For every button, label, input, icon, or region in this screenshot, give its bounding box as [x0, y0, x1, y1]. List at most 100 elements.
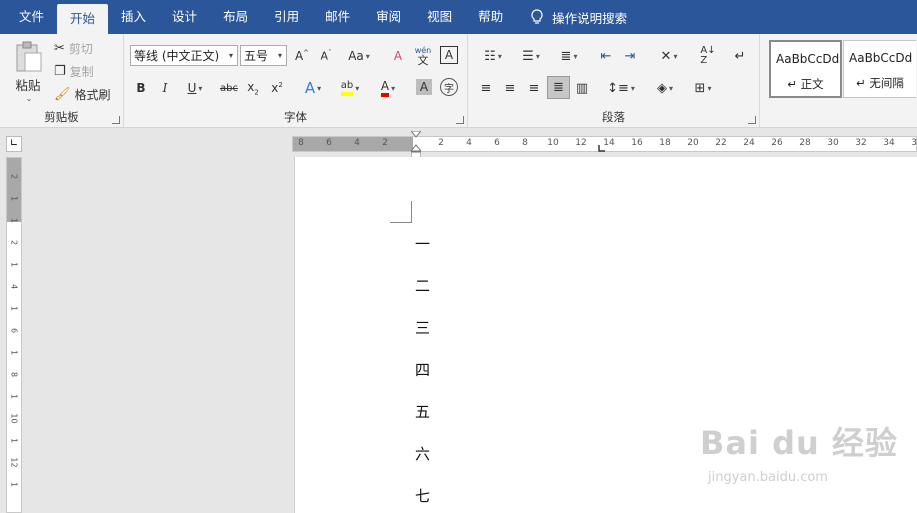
cut-button[interactable]: ✂ 剪切	[54, 40, 93, 57]
tab-design[interactable]: 设计	[159, 0, 210, 34]
font-launcher-icon[interactable]	[456, 116, 464, 124]
line-spacing-button[interactable]: ↕≡ ▾	[604, 78, 638, 98]
document-line[interactable]: 一	[415, 233, 430, 254]
clipboard-launcher-icon[interactable]	[112, 116, 120, 124]
paste-dropdown-icon: ⌄	[25, 94, 33, 103]
character-shading-button[interactable]: A	[416, 79, 432, 95]
justify-button[interactable]: ≣	[547, 76, 570, 99]
subscript-icon: x2	[247, 79, 259, 97]
paintbrush-icon: 🖌	[54, 87, 71, 102]
highlight-button[interactable]: ab ▾	[334, 78, 366, 98]
font-size-value: 五号	[244, 49, 269, 63]
font-color-button[interactable]: A ▾	[372, 78, 404, 98]
bullets-dropdown-icon: ▾	[497, 51, 502, 61]
sort-icon: A↓ Z	[700, 45, 716, 66]
style-normal[interactable]: AaBbCcDd ↵ 正文	[769, 40, 842, 98]
increase-indent-button[interactable]: ⇥	[620, 46, 640, 66]
shrink-font-icon: Aˇ	[320, 49, 332, 63]
font-name-combo[interactable]: 等线 (中文正文) ▾	[130, 45, 238, 66]
vertical-ruler[interactable]: 2 1 1 2 1 4 1 6 1 8 1 10 1 12 1	[6, 157, 22, 513]
menu-bar: 文件 开始 插入 设计 布局 引用 邮件 审阅 视图 帮助 操作说明搜索	[0, 0, 917, 34]
copy-button[interactable]: ❐ 复制	[54, 63, 94, 80]
lightbulb-icon	[531, 9, 543, 24]
shrink-font-button[interactable]: Aˇ	[316, 46, 336, 66]
document-line[interactable]: 二	[415, 275, 430, 296]
tab-home[interactable]: 开始	[57, 4, 109, 34]
document-line[interactable]: 三	[415, 317, 430, 338]
font-size-combo[interactable]: 五号 ▾	[240, 45, 287, 66]
bold-button[interactable]: B	[132, 78, 150, 98]
tab-references[interactable]: 引用	[261, 0, 312, 34]
document-line[interactable]: 五	[415, 401, 430, 422]
paste-button[interactable]: 粘贴 ⌄	[8, 38, 48, 106]
sort-button[interactable]: A↓ Z	[698, 44, 718, 68]
tab-help[interactable]: 帮助	[465, 0, 516, 34]
enclose-characters-button[interactable]: 字	[440, 78, 458, 96]
clipboard-group: 粘贴 ⌄ ✂ 剪切 ❐ 复制 🖌 格式刷 剪贴板	[0, 34, 124, 128]
document-line[interactable]: 六	[415, 443, 430, 464]
style-no-spacing[interactable]: AaBbCcDd ↵ 无间隔	[843, 40, 916, 98]
tell-me-label: 操作说明搜索	[552, 10, 628, 26]
underline-dropdown-icon: ▾	[198, 83, 203, 93]
paragraph-launcher-icon[interactable]	[748, 116, 756, 124]
change-case-button[interactable]: Aa ▾	[342, 46, 376, 66]
align-center-button[interactable]: ≡	[500, 78, 520, 98]
multilevel-list-button[interactable]: ≣ ▾	[552, 46, 586, 66]
bullets-icon: ☷	[484, 48, 496, 64]
align-left-button[interactable]: ≡	[476, 78, 496, 98]
grow-font-button[interactable]: A^	[292, 46, 312, 66]
align-right-button[interactable]: ≡	[524, 78, 544, 98]
ruler-tick-label: 4	[466, 138, 472, 148]
copy-icon: ❐	[54, 64, 66, 79]
distributed-button[interactable]: ▥	[572, 78, 592, 98]
paragraph-group: ☷ ▾ ☰ ▾ ≣ ▾ ⇤ ⇥ ✕ ▾ A↓ Z ↵ ≡ ≡ ≡ ≣ ▥ ↕≡ ▾ ◈ ▾ ⊞…	[468, 34, 760, 128]
line-spacing-dropdown-icon: ▾	[630, 83, 635, 93]
italic-button[interactable]: I	[156, 78, 174, 98]
underline-button[interactable]: U ▾	[180, 78, 210, 98]
paragraph-mark-icon: ↵	[734, 48, 746, 64]
tab-selector-icon[interactable]: ∟	[6, 136, 22, 152]
text-effects-dropdown-icon: ▾	[317, 83, 322, 93]
ruler-tick-label: 22	[715, 138, 727, 148]
ribbon: 粘贴 ⌄ ✂ 剪切 ❐ 复制 🖌 格式刷 剪贴板 等线 (中文正文) ▾ 五号 …	[0, 34, 917, 128]
baidu-watermark-url: jingyan.baidu.com	[708, 470, 828, 485]
paste-icon	[16, 41, 42, 72]
borders-icon: ⊞	[694, 80, 706, 96]
document-line[interactable]: 四	[415, 359, 430, 380]
character-border-button[interactable]: A	[440, 46, 458, 64]
phonetic-guide-button[interactable]: wén 文	[412, 44, 434, 68]
chinese-layout-button[interactable]: ✕ ▾	[652, 46, 686, 66]
tab-stop-icon[interactable]	[598, 145, 606, 153]
ruler-tick-label: 6	[9, 327, 19, 334]
ruler-tick-label: 32	[855, 138, 867, 148]
font-size-dropdown-icon[interactable]: ▾	[274, 51, 286, 60]
tab-mailings[interactable]: 邮件	[312, 0, 363, 34]
superscript-button[interactable]: x2	[268, 78, 286, 98]
ruler-tick-label: 2	[382, 138, 388, 148]
tell-me-search[interactable]: 操作说明搜索	[530, 0, 627, 34]
document-line[interactable]: 七	[415, 485, 430, 506]
subscript-button[interactable]: x2	[244, 78, 262, 98]
ruler-tick-label: 34	[883, 138, 895, 148]
text-effects-button[interactable]: A ▾	[298, 78, 328, 98]
tab-layout[interactable]: 布局	[210, 0, 261, 34]
tab-review[interactable]: 审阅	[363, 0, 414, 34]
bullets-button[interactable]: ☷ ▾	[476, 46, 510, 66]
shading-button[interactable]: ◈ ▾	[648, 78, 682, 98]
numbering-button[interactable]: ☰ ▾	[514, 46, 548, 66]
distributed-icon: ▥	[575, 80, 589, 96]
borders-button[interactable]: ⊞ ▾	[686, 78, 720, 98]
tab-view[interactable]: 视图	[414, 0, 465, 34]
margin-corner-mark	[390, 201, 412, 223]
strikethrough-button[interactable]: abc	[218, 78, 240, 98]
format-painter-button[interactable]: 🖌 格式刷	[54, 86, 111, 103]
font-name-dropdown-icon[interactable]: ▾	[225, 51, 237, 60]
indent-marker-icon[interactable]	[411, 131, 421, 159]
horizontal-ruler[interactable]: 864224681012141618202224262830323436	[292, 131, 917, 159]
show-marks-button[interactable]: ↵	[730, 46, 750, 66]
ruler-tick-label: 1	[9, 305, 19, 312]
clear-formatting-button[interactable]: A	[388, 46, 408, 66]
decrease-indent-button[interactable]: ⇤	[596, 46, 616, 66]
tab-insert[interactable]: 插入	[108, 0, 159, 34]
tab-file[interactable]: 文件	[6, 0, 57, 34]
